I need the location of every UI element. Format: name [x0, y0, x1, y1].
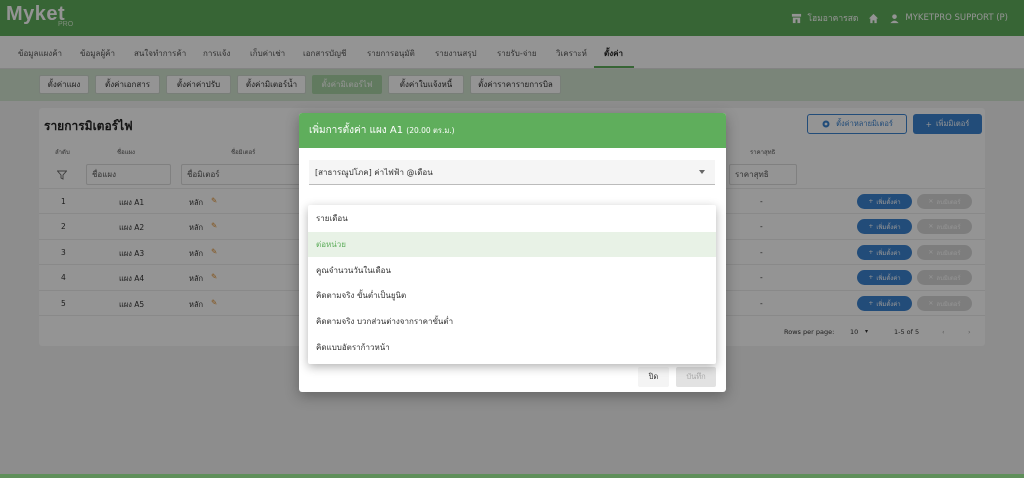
- menu-item-progressive-rate[interactable]: คิดแบบอัตราก้าวหน้า: [308, 335, 716, 360]
- charge-type-value: [สาธารณูปโภค] ค่าไฟฟ้า @เดือน: [315, 168, 433, 177]
- bottom-strip: [0, 474, 1024, 478]
- dialog-title: เพิ่มการตั้งค่า แผง A1: [309, 125, 404, 136]
- chevron-down-icon: [699, 170, 705, 174]
- calculation-method-menu: รายเดือน ต่อหน่วย คูณจำนวนวันในเดือน คิด…: [308, 205, 716, 364]
- charge-type-select[interactable]: [สาธารณูปโภค] ค่าไฟฟ้า @เดือน: [309, 160, 715, 185]
- menu-item-actual-min-unit[interactable]: คิดตามจริง ขั้นต่ำเป็นยูนิต: [308, 283, 716, 308]
- dialog-header: เพิ่มการตั้งค่า แผง A1 (20.00 ตร.ม.): [299, 113, 726, 148]
- dialog-subtitle: (20.00 ตร.ม.): [406, 126, 455, 135]
- menu-item-days-in-month[interactable]: คูณจำนวนวันในเดือน: [308, 258, 716, 283]
- close-button[interactable]: ปิด: [638, 367, 669, 387]
- menu-item-actual-plus-diff[interactable]: คิดตามจริง บวกส่วนต่างจากราคาขั้นต่ำ: [308, 309, 716, 334]
- menu-item-monthly[interactable]: รายเดือน: [308, 206, 716, 231]
- menu-item-per-unit[interactable]: ต่อหน่วย: [308, 232, 716, 257]
- save-button[interactable]: บันทึก: [676, 367, 716, 387]
